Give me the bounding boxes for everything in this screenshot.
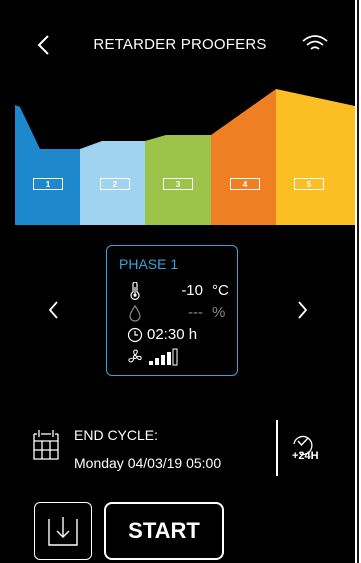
clock-icon xyxy=(127,327,143,343)
fan-icon xyxy=(128,349,142,363)
wifi-icon xyxy=(302,35,328,50)
download-icon xyxy=(48,517,78,546)
device-screen: RETARDER PROOFERS 1 2 3 4 5 PHASE 1 -10 … xyxy=(0,0,355,563)
end-cycle-label: END CYCLE: xyxy=(74,427,159,443)
start-button[interactable]: START xyxy=(104,502,224,560)
fan-level-bar xyxy=(161,355,165,365)
plus-24h-button[interactable]: +24H xyxy=(288,430,324,464)
phase-detail-panel[interactable]: PHASE 1 -10 °C --- % 02:30 h xyxy=(106,245,238,376)
fan-level-bar xyxy=(172,348,178,366)
phase-3-badge[interactable]: 3 xyxy=(163,178,193,190)
phase-2-badge[interactable]: 2 xyxy=(100,178,130,190)
humidity-value: --- xyxy=(188,304,203,321)
phase-5-segment xyxy=(276,89,355,225)
calendar-icon xyxy=(33,430,59,460)
divider xyxy=(276,420,278,476)
fan-level-bar xyxy=(167,352,171,365)
fan-level-bars xyxy=(149,348,178,366)
screen-edge xyxy=(357,0,359,563)
plus-24h-label: +24H xyxy=(292,450,319,462)
phase-title: PHASE 1 xyxy=(119,256,179,272)
humidity-unit: % xyxy=(212,304,226,321)
phase-1-segment xyxy=(15,105,80,225)
temperature-value: -10 xyxy=(181,282,203,299)
phase-1-badge[interactable]: 1 xyxy=(33,178,63,190)
phase-profile-graph[interactable] xyxy=(15,85,355,225)
water-drop-icon xyxy=(129,304,141,322)
thermometer-icon xyxy=(130,282,140,300)
temperature-row[interactable]: -10 °C xyxy=(107,280,239,302)
download-button[interactable] xyxy=(34,502,92,560)
page-title: RETARDER PROOFERS xyxy=(93,36,267,53)
humidity-row[interactable]: --- % xyxy=(107,302,239,324)
duration-value: 02:30 h xyxy=(147,326,198,343)
temperature-unit: °C xyxy=(212,282,229,299)
prev-phase-chevron-icon[interactable] xyxy=(44,296,64,324)
duration-row[interactable]: 02:30 h xyxy=(107,324,239,346)
next-phase-chevron-icon[interactable] xyxy=(292,296,312,324)
phase-4-badge[interactable]: 4 xyxy=(230,178,260,190)
phase-5-badge[interactable]: 5 xyxy=(294,178,324,190)
phase-4-segment xyxy=(211,89,276,225)
fan-speed-row[interactable] xyxy=(107,346,239,368)
end-cycle-date[interactable]: Monday 04/03/19 05:00 xyxy=(74,455,221,471)
fan-level-bar xyxy=(149,361,153,365)
back-chevron-icon[interactable] xyxy=(34,33,54,57)
fan-level-bar xyxy=(155,358,159,365)
